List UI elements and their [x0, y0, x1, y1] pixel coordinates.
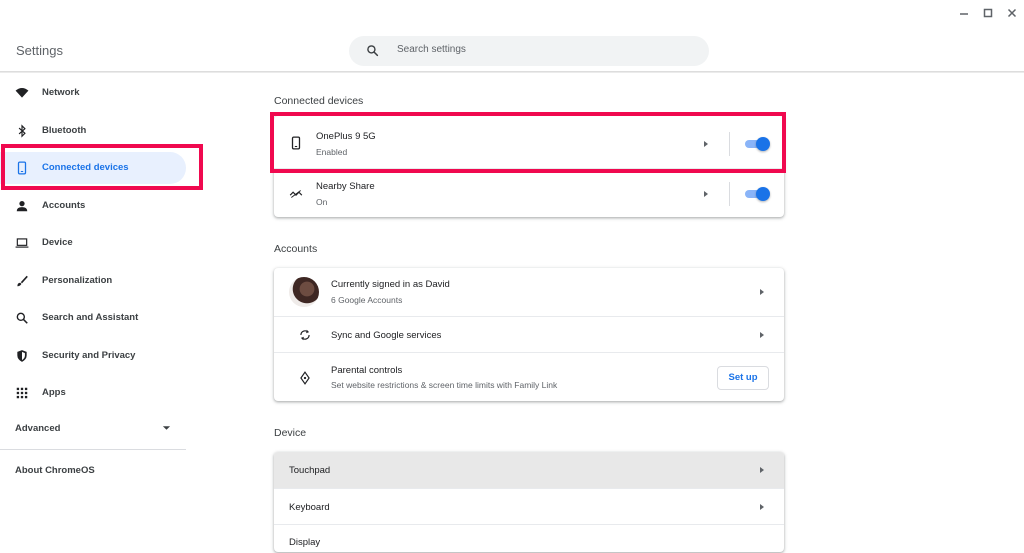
parental-title: Parental controls [331, 365, 403, 376]
row-separator [729, 182, 730, 206]
sidebar-item-apps[interactable]: Apps [0, 377, 186, 409]
sync-icon [300, 329, 310, 341]
section-title-connected-devices: Connected devices [274, 95, 364, 107]
device-row-oneplus[interactable]: OnePlus 9 5G Enabled [274, 116, 784, 168]
title-bar: Settings Search settings [0, 0, 1024, 72]
apps-grid-icon [16, 387, 28, 399]
sidebar-item-label: Security and Privacy [42, 350, 136, 361]
sidebar-item-label: Connected devices [42, 162, 129, 173]
sidebar-item-connected-devices[interactable]: Connected devices [0, 152, 186, 184]
toggle-knob [756, 187, 770, 201]
chevron-right-icon [760, 504, 764, 510]
chevron-right-icon [704, 141, 708, 147]
sidebar-divider [0, 449, 186, 450]
sidebar-item-label: Device [42, 237, 73, 248]
device-name: Nearby Share [316, 181, 375, 192]
bluetooth-icon [18, 124, 26, 138]
laptop-icon [15, 238, 29, 248]
keyboard-row[interactable]: Keyboard [274, 488, 784, 525]
maximize-icon [983, 8, 993, 18]
signed-in-row[interactable]: Currently signed in as David 6 Google Ac… [274, 268, 784, 316]
minimize-icon [960, 13, 968, 15]
section-title-device: Device [274, 427, 307, 439]
touchpad-label: Touchpad [289, 465, 331, 476]
sidebar-item-label: Search and Assistant [42, 312, 139, 323]
keyboard-label: Keyboard [289, 502, 330, 513]
row-separator [729, 132, 730, 156]
display-row[interactable]: Display [274, 524, 784, 553]
sidebar-item-label: Apps [42, 387, 66, 398]
sidebar-item-label: Network [42, 87, 80, 98]
chevron-right-icon [704, 191, 708, 197]
search-icon [367, 45, 379, 57]
nearby-share-toggle[interactable] [745, 187, 770, 201]
close-icon [1007, 8, 1017, 18]
section-title-accounts: Accounts [274, 243, 318, 255]
oneplus-toggle[interactable] [745, 137, 770, 151]
phone-icon [17, 161, 27, 175]
sync-row[interactable]: Sync and Google services [274, 316, 784, 353]
chevron-right-icon [760, 289, 764, 295]
search-icon [16, 312, 28, 324]
search-input[interactable]: Search settings [349, 36, 709, 66]
wifi-icon [15, 88, 29, 98]
touchpad-row[interactable]: Touchpad [274, 452, 784, 488]
sidebar-item-label: Accounts [42, 200, 86, 211]
sidebar-item-security-and-privacy[interactable]: Security and Privacy [0, 340, 186, 372]
device-status: Enabled [316, 147, 348, 157]
set-up-button[interactable]: Set up [717, 366, 769, 390]
search-placeholder: Search settings [397, 44, 466, 55]
brush-icon [17, 275, 28, 287]
close-button[interactable] [1005, 6, 1019, 20]
sidebar-item-bluetooth[interactable]: Bluetooth [0, 115, 186, 147]
sidebar-item-personalization[interactable]: Personalization [0, 265, 186, 297]
sidebar-item-network[interactable]: Network [0, 77, 186, 109]
chevron-right-icon [760, 467, 764, 473]
parental-controls-row: Parental controls Set website restrictio… [274, 352, 784, 402]
maximize-button[interactable] [981, 6, 995, 20]
sidebar-advanced-toggle[interactable]: Advanced [0, 414, 186, 444]
parental-subtitle: Set website restrictions & screen time l… [331, 380, 558, 390]
chevron-right-icon [760, 332, 764, 338]
display-label: Display [289, 537, 321, 548]
avatar [289, 277, 319, 307]
nearby-share-icon [289, 190, 303, 198]
sync-title: Sync and Google services [331, 330, 442, 341]
signed-in-title: Currently signed in as David [331, 279, 450, 290]
sidebar-item-about-chromeos[interactable]: About ChromeOS [15, 465, 95, 476]
app-title: Settings [16, 43, 63, 58]
advanced-label: Advanced [15, 423, 61, 434]
device-name: OnePlus 9 5G [316, 131, 376, 142]
sidebar-item-search-and-assistant[interactable]: Search and Assistant [0, 302, 186, 334]
sidebar-item-label: Personalization [42, 275, 113, 286]
device-row-nearby-share[interactable]: Nearby Share On [274, 168, 784, 218]
sidebar: Network Bluetooth Connected devices Acco… [0, 73, 200, 540]
sidebar-item-accounts[interactable]: Accounts [0, 190, 186, 222]
device-status: On [316, 197, 328, 207]
signed-in-subtitle: 6 Google Accounts [331, 295, 403, 305]
sidebar-item-label: Bluetooth [42, 125, 87, 136]
caret-down-icon [162, 426, 171, 430]
connected-devices-card: OnePlus 9 5G Enabled Nearby Share On [274, 116, 784, 217]
minimize-button[interactable] [957, 6, 971, 20]
toggle-knob [756, 137, 770, 151]
person-icon [16, 201, 28, 212]
sidebar-item-device[interactable]: Device [0, 227, 186, 259]
parental-controls-icon [300, 371, 310, 385]
phone-icon [291, 136, 301, 150]
device-card: Touchpad Keyboard Display [274, 452, 784, 552]
shield-icon [17, 350, 27, 362]
accounts-card: Currently signed in as David 6 Google Ac… [274, 268, 784, 401]
